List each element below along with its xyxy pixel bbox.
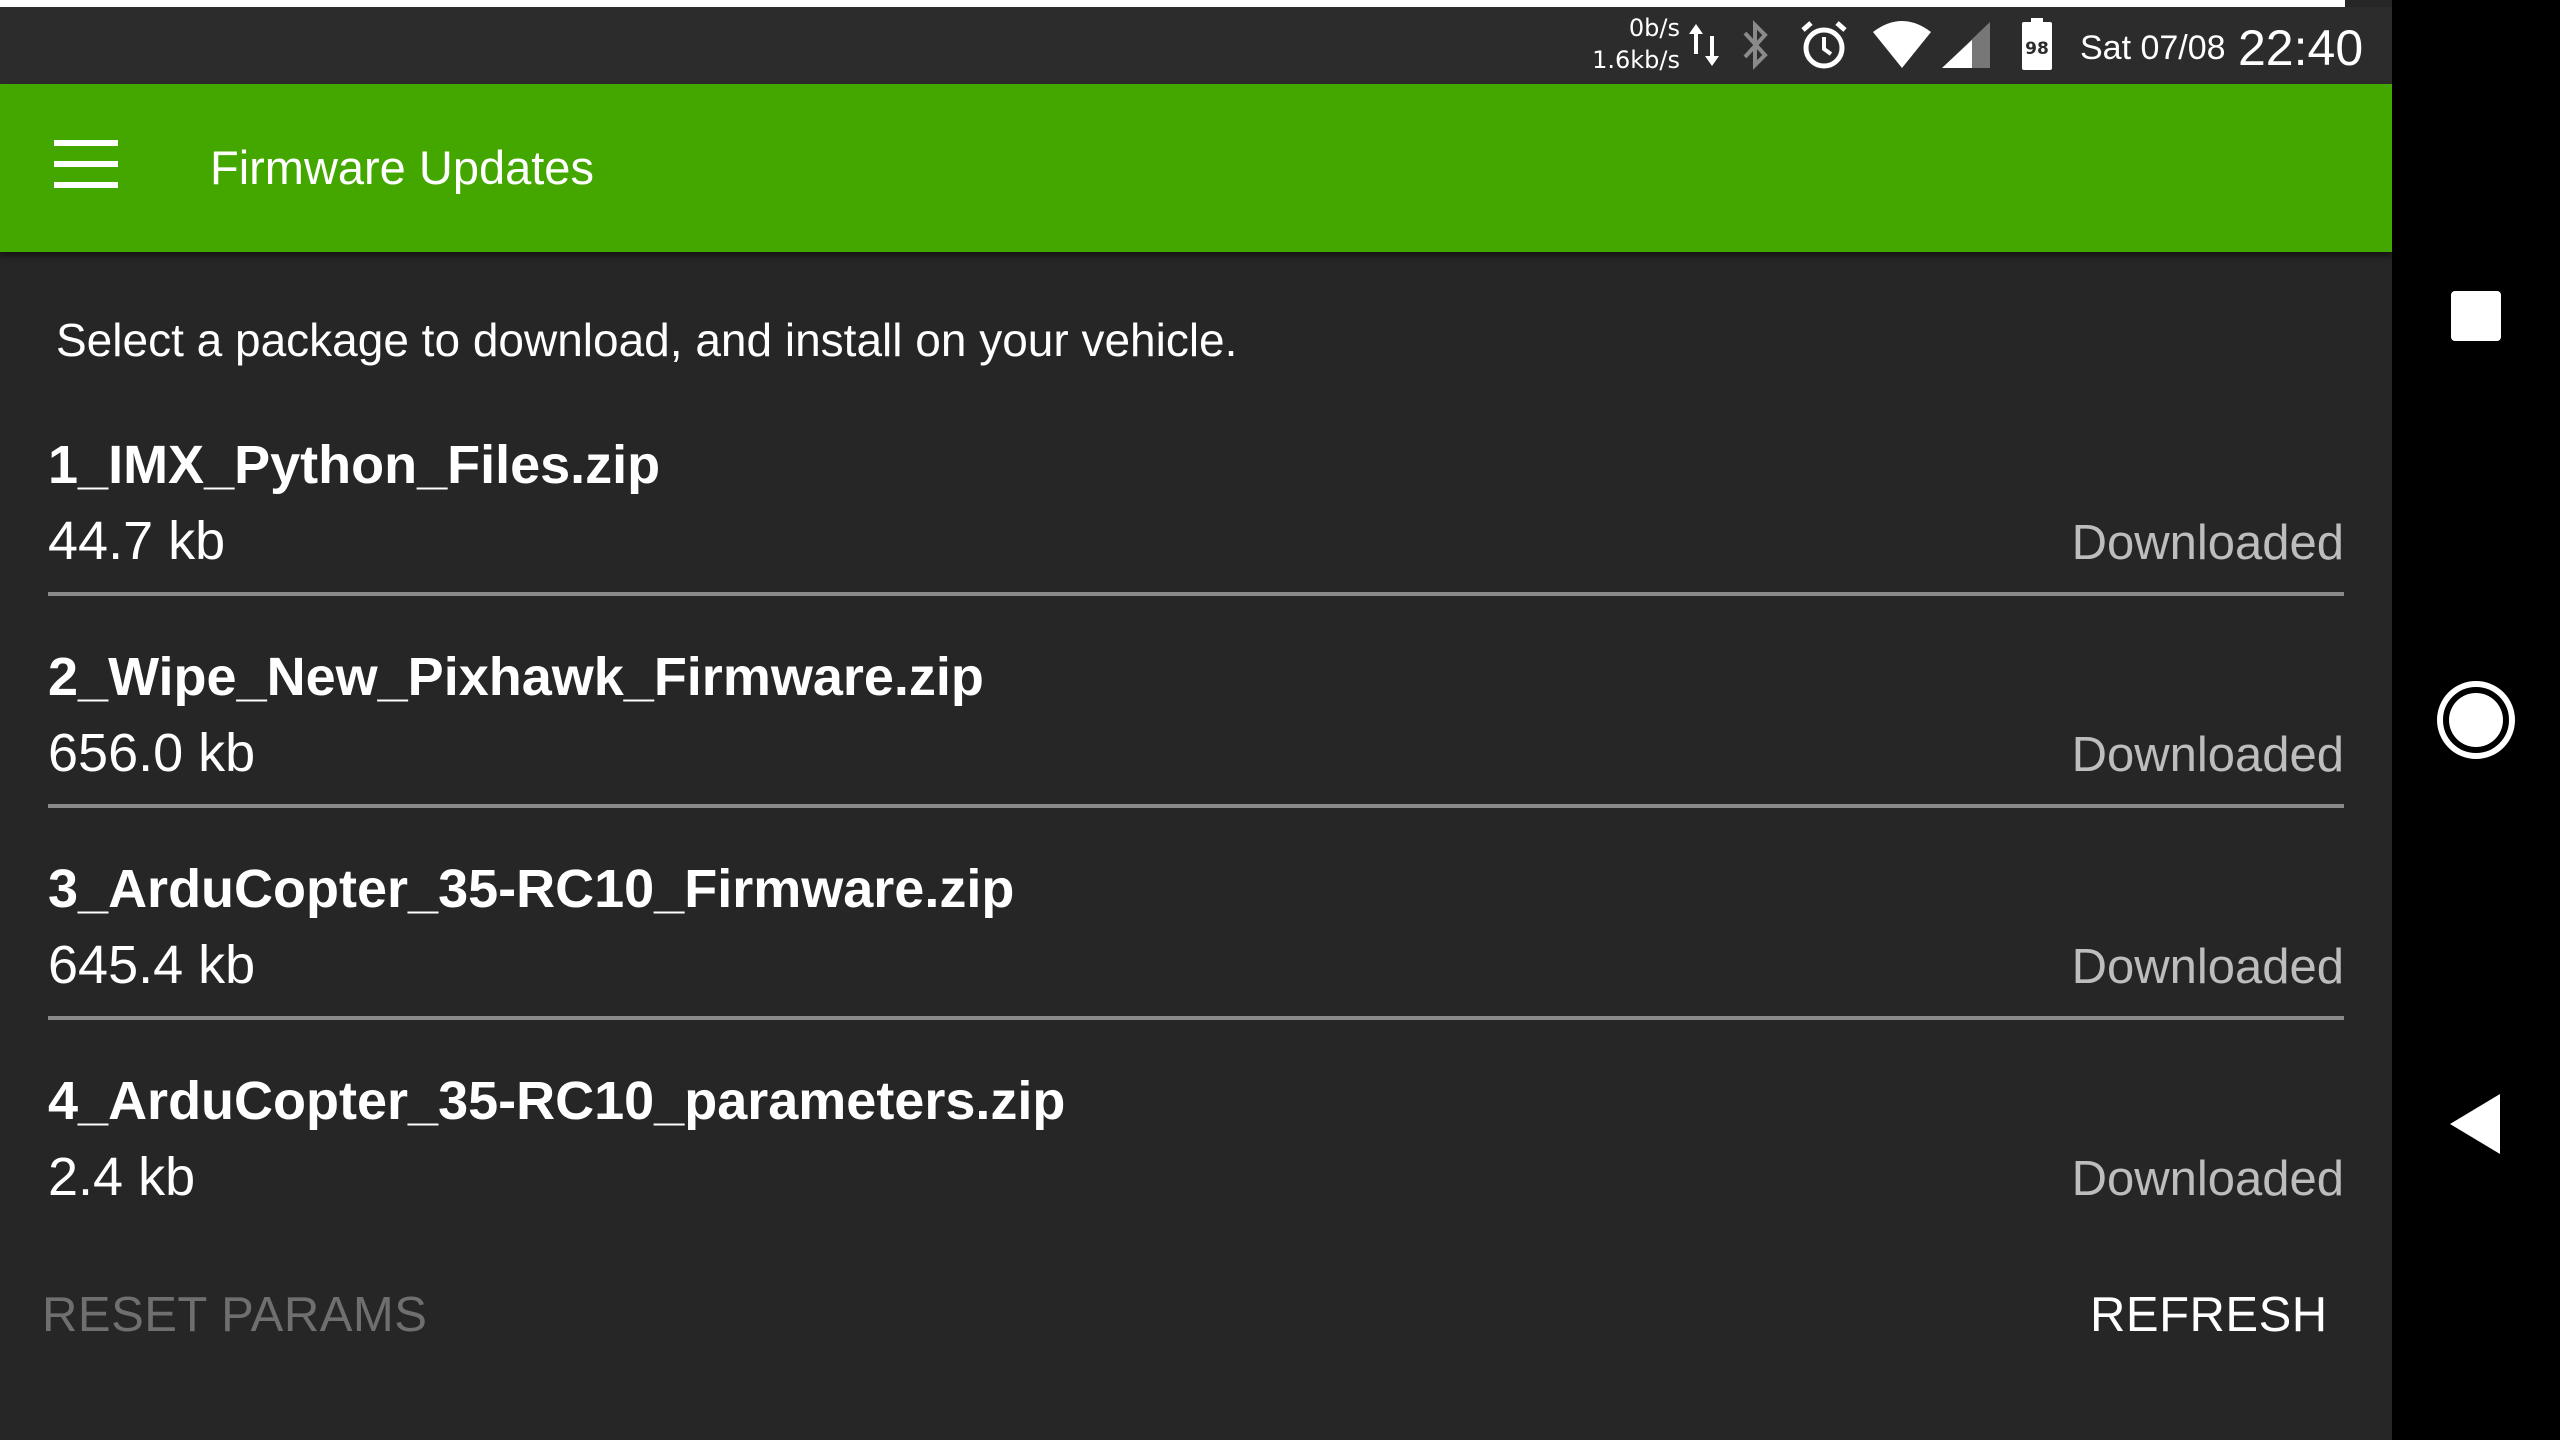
package-item[interactable]: 3_ArduCopter_35-RC10_Firmware.zip 645.4 …	[48, 854, 2344, 1066]
cellular-signal-icon	[1938, 17, 1994, 73]
status-time: 22:40	[2238, 20, 2364, 76]
package-status: Downloaded	[2071, 940, 2344, 994]
package-item[interactable]: 4_ArduCopter_35-RC10_parameters.zip 2.4 …	[48, 1066, 2344, 1278]
data-transfer-icon	[1686, 17, 1722, 73]
battery-icon: 98	[2020, 17, 2054, 73]
hamburger-menu-icon[interactable]	[52, 136, 144, 200]
home-circle-icon[interactable]	[2432, 676, 2520, 764]
package-size: 656.0 kb	[48, 723, 256, 783]
package-item[interactable]: 1_IMX_Python_Files.zip 44.7 kb Downloade…	[48, 430, 2344, 642]
battery-level: 98	[2025, 39, 2049, 59]
recents-square-icon[interactable]	[2432, 272, 2520, 360]
back-triangle-icon[interactable]	[2432, 1080, 2520, 1168]
system-navigation-bar	[2392, 0, 2560, 1440]
page-title: Firmware Updates	[210, 141, 594, 194]
refresh-button[interactable]: REFRESH	[2090, 1280, 2328, 1350]
package-status: Downloaded	[2071, 728, 2344, 782]
net-down-speed: 1.6kb/s	[1592, 46, 1680, 74]
network-speed: 0b/s 1.6kb/s	[1592, 12, 1680, 76]
app-toolbar: Firmware Updates	[0, 84, 2392, 252]
status-bar: 0b/s 1.6kb/s 98 Sat 07/08 22:40	[0, 7, 2392, 84]
divider	[48, 592, 2344, 596]
package-name: 2_Wipe_New_Pixhawk_Firmware.zip	[48, 647, 984, 707]
reset-params-button[interactable]: RESET PARAMS	[42, 1280, 427, 1350]
package-name: 1_IMX_Python_Files.zip	[48, 435, 661, 495]
package-name: 4_ArduCopter_35-RC10_parameters.zip	[48, 1071, 1066, 1131]
package-size: 645.4 kb	[48, 935, 256, 995]
package-status: Downloaded	[2071, 516, 2344, 570]
divider	[48, 1016, 2344, 1020]
top-progress-strip	[0, 0, 2345, 7]
package-item[interactable]: 2_Wipe_New_Pixhawk_Firmware.zip 656.0 kb…	[48, 642, 2344, 854]
alarm-icon	[1796, 17, 1852, 73]
package-size: 2.4 kb	[48, 1147, 196, 1207]
net-up-speed: 0b/s	[1628, 14, 1680, 42]
package-name: 3_ArduCopter_35-RC10_Firmware.zip	[48, 859, 1015, 919]
wifi-icon	[1870, 17, 1934, 73]
package-status: Downloaded	[2071, 1152, 2344, 1206]
bluetooth-icon	[1738, 17, 1774, 73]
package-size: 44.7 kb	[48, 511, 226, 571]
instructions-text: Select a package to download, and instal…	[56, 314, 1238, 366]
divider	[48, 804, 2344, 808]
app-screen: 0b/s 1.6kb/s 98 Sat 07/08 22:40 Firmware…	[0, 0, 2392, 1440]
status-date: Sat 07/08	[2080, 29, 2226, 67]
